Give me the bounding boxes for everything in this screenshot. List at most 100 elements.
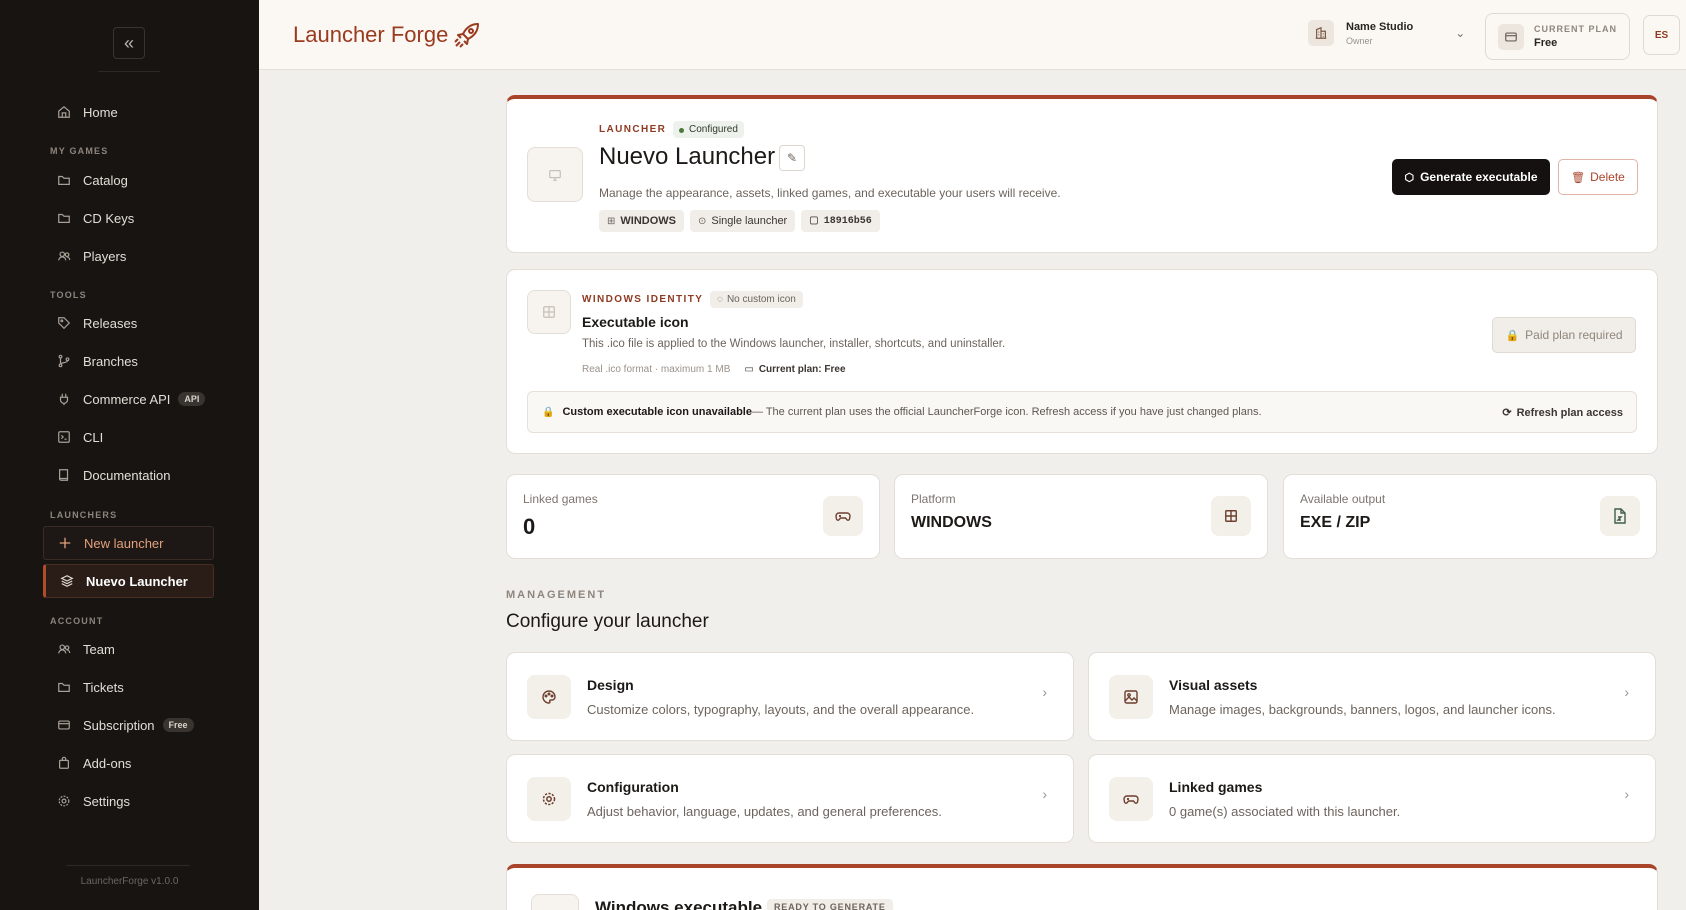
chevron-down-icon: ⌄ <box>1455 26 1466 40</box>
identity-description: This .ico file is applied to the Windows… <box>582 338 1006 350</box>
sidebar-item-label: New launcher <box>84 535 164 551</box>
tile-design[interactable]: Design Customize colors, typography, lay… <box>506 652 1074 741</box>
tile-visual-assets[interactable]: Visual assets Manage images, backgrounds… <box>1088 652 1656 741</box>
loader-icon: ◌ <box>717 294 723 305</box>
chip-label: 18916b56 <box>823 215 872 227</box>
sidebar-item-documentation[interactable]: Documentation <box>43 458 214 492</box>
sidebar-item-label: Settings <box>83 793 130 809</box>
refresh-plan-access-button[interactable]: ⟳ Refresh plan access <box>1502 406 1623 419</box>
monitor-icon <box>527 147 583 202</box>
logo-text: Launcher Forge <box>293 22 449 47</box>
users-icon <box>56 641 72 657</box>
folder-icon <box>56 210 72 226</box>
layers-icon <box>59 573 75 589</box>
sidebar-item-label: Releases <box>83 315 138 331</box>
gamepad-icon: ⊙ <box>698 215 707 227</box>
current-plan-info: ▭ Current plan: Free <box>744 364 846 375</box>
avatar[interactable]: ES <box>1643 15 1680 55</box>
sidebar-item-team[interactable]: Team <box>43 632 214 666</box>
users-icon <box>56 248 72 264</box>
sidebar-item-settings[interactable]: Settings <box>43 784 214 818</box>
gear-icon <box>56 793 72 809</box>
folder-icon <box>56 679 72 695</box>
executable-title: Windows executable <box>595 898 763 910</box>
windows-icon <box>527 290 571 334</box>
tile-linked-games[interactable]: Linked games 0 game(s) associated with t… <box>1088 754 1656 843</box>
tile-configuration[interactable]: Configuration Adjust behavior, language,… <box>506 754 1074 843</box>
divider <box>98 71 160 72</box>
sidebar-item-players[interactable]: Players <box>43 239 214 273</box>
sidebar-item-label: Catalog <box>83 172 128 188</box>
sidebar-item-nuevo-launcher[interactable]: Nuevo Launcher <box>43 564 214 598</box>
stat-value: WINDOWS <box>911 514 992 531</box>
app-logo[interactable]: Launcher Forge <box>293 20 482 50</box>
sidebar-item-label: Commerce API <box>83 391 171 407</box>
sidebar-item-label: Branches <box>83 353 138 369</box>
sidebar-item-releases[interactable]: Releases <box>43 306 214 340</box>
platform-chip: ⊞ WINDOWS <box>599 210 684 232</box>
stat-platform: Platform WINDOWS <box>894 474 1268 559</box>
sidebar-item-cd-keys[interactable]: CD Keys <box>43 201 214 235</box>
stat-available-output: Available output EXE / ZIP <box>1283 474 1657 559</box>
free-badge: Free <box>162 718 194 732</box>
terminal-icon <box>56 429 72 445</box>
id-chip: ▢ 18916b56 <box>801 210 880 232</box>
credit-card-icon <box>1498 23 1524 50</box>
sidebar-item-commerce-api[interactable]: Commerce API API <box>43 382 214 416</box>
sidebar-item-label: Add-ons <box>83 755 132 771</box>
generate-executable-button[interactable]: ⬡ Generate executable <box>1392 159 1550 195</box>
delete-button[interactable]: 🗑 Delete <box>1558 159 1638 195</box>
app-version: LauncherForge v1.0.0 <box>80 876 179 887</box>
section-label-launchers: LAUNCHERS <box>50 510 118 520</box>
launcher-eyebrow: LAUNCHER <box>599 124 667 135</box>
windows-identity-card: WINDOWS IDENTITY ◌ No custom icon Executa… <box>506 269 1658 454</box>
sidebar-item-branches[interactable]: Branches <box>43 344 214 378</box>
credit-card-icon: ▭ <box>744 364 754 375</box>
gamepad-icon <box>1109 777 1153 821</box>
sidebar-item-add-ons[interactable]: Add-ons <box>43 746 214 780</box>
launcher-summary-card: LAUNCHER Configured Nuevo Launcher ✎ Man… <box>506 95 1658 253</box>
new-launcher-button[interactable]: New launcher <box>43 526 214 560</box>
gamepad-icon <box>823 496 863 536</box>
pencil-icon: ✎ <box>786 151 798 165</box>
sidebar: « Home MY GAMES Catalog CD Keys Players … <box>0 0 259 910</box>
windows-executable-card: Windows executable READY TO GENERATE <box>506 864 1658 910</box>
sidebar-item-subscription[interactable]: Subscription Free <box>43 708 214 742</box>
building-icon <box>1308 20 1334 46</box>
tile-subtitle: Adjust behavior, language, updates, and … <box>587 804 942 819</box>
management-eyebrow: MANAGEMENT <box>506 589 607 601</box>
lock-icon: 🔒 <box>1505 329 1520 342</box>
identity-title: Executable icon <box>582 314 689 330</box>
divider <box>66 865 190 866</box>
sidebar-item-catalog[interactable]: Catalog <box>43 163 214 197</box>
edit-name-button[interactable]: ✎ <box>779 145 805 171</box>
chip-label: WINDOWS <box>620 215 676 227</box>
identity-eyebrow: WINDOWS IDENTITY <box>582 294 704 305</box>
sidebar-item-home[interactable]: Home <box>43 95 214 129</box>
section-label-account: ACCOUNT <box>50 616 104 626</box>
tile-title: Visual assets <box>1169 677 1258 693</box>
tile-subtitle: Customize colors, typography, layouts, a… <box>587 702 975 717</box>
ready-badge: READY TO GENERATE <box>767 899 893 910</box>
chevron-right-icon: › <box>1042 684 1047 700</box>
page-title: Nuevo Launcher <box>599 143 776 170</box>
collapse-sidebar-button[interactable]: « <box>113 27 145 59</box>
sidebar-item-cli[interactable]: CLI <box>43 420 214 454</box>
launcher-chips: ⊞ WINDOWS ⊙ Single launcher ▢ 18916b56 <box>599 210 880 232</box>
sidebar-item-label: Nuevo Launcher <box>86 573 188 589</box>
sidebar-item-tickets[interactable]: Tickets <box>43 670 214 704</box>
studio-switcher[interactable]: Name Studio Owner ⌄ <box>1308 20 1465 46</box>
section-label-my-games: MY GAMES <box>50 146 109 156</box>
package-icon: ⬡ <box>1404 171 1415 184</box>
trash-icon: 🗑 <box>1571 171 1586 184</box>
folder-icon <box>56 172 72 188</box>
book-icon <box>56 467 72 483</box>
format-info: Real .ico format · maximum 1 MB <box>582 364 731 375</box>
zip-file-icon <box>1600 496 1640 536</box>
mode-chip: ⊙ Single launcher <box>690 210 796 232</box>
studio-name: Name Studio <box>1346 20 1414 33</box>
tag-icon <box>56 315 72 331</box>
tile-subtitle: 0 game(s) associated with this launcher. <box>1169 804 1401 819</box>
windows-icon <box>1211 496 1251 536</box>
current-plan-box[interactable]: CURRENT PLAN Free <box>1485 13 1630 60</box>
